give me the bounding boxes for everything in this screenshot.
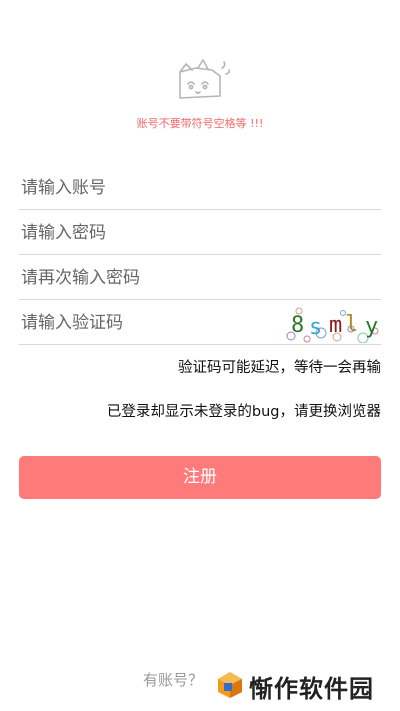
password-input[interactable] [19,211,271,254]
have-account-link[interactable]: 有账号？ [143,669,203,690]
captcha-char: y [365,314,378,339]
mascot-logo-icon [179,59,230,99]
captcha-delay-hint: 验证码可能延迟，等待一会再输 [178,360,381,376]
confirm-password-input[interactable] [19,256,271,299]
account-input[interactable] [19,166,271,209]
captcha-input[interactable] [19,301,271,344]
captcha-char: 8 [291,313,304,338]
notice-text: 账号不要带符号空格等 !!! [136,117,264,130]
register-button[interactable]: 注册 [19,456,381,499]
browser-bug-hint: 已登录却显示未登录的bug，请更换浏览器 [106,404,381,420]
watermark-logo-icon [218,672,242,698]
captcha-char: l [345,312,358,337]
captcha-char: s [309,315,322,340]
account-field [19,166,381,210]
captcha-image[interactable]: 8 s m l y [281,303,381,343]
confirm-password-field [19,256,381,300]
captcha-field: 8 s m l y [19,301,381,345]
watermark: 惭作软件园 [216,669,388,703]
password-field [19,211,381,255]
captcha-char: m [329,313,342,338]
watermark-text: 惭作软件园 [249,675,374,703]
